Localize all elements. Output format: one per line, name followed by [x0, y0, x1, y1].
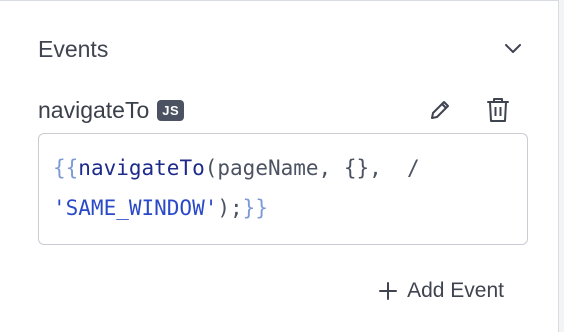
- close-braces: }}: [242, 196, 268, 220]
- open-paren: (: [204, 156, 218, 180]
- open-braces: {{: [53, 156, 79, 180]
- event-row: navigateTo JS: [38, 93, 524, 127]
- js-badge: JS: [157, 99, 185, 121]
- function-name: navigateTo: [78, 156, 205, 180]
- plus-icon: [379, 281, 398, 301]
- event-name: navigateTo: [38, 96, 150, 123]
- events-section-header[interactable]: Events: [38, 31, 524, 67]
- add-event-label: Add Event: [407, 279, 504, 302]
- event-actions: [426, 96, 512, 124]
- close-paren: );: [217, 196, 243, 220]
- code-editor[interactable]: {{navigateTo(pageName, {}, / 'SAME_WINDO…: [38, 133, 528, 245]
- code-line-2: 'SAME_WINDOW');}}: [53, 188, 513, 228]
- trash-icon[interactable]: [484, 96, 512, 124]
- pencil-icon[interactable]: [426, 96, 454, 124]
- events-panel: Events navigateTo JS {{navigateTo(pageNa…: [0, 0, 559, 332]
- chevron-down-icon[interactable]: [502, 38, 524, 60]
- function-args: pageName, {}, /: [217, 156, 420, 180]
- event-label-group: navigateTo JS: [38, 96, 185, 124]
- string-arg: 'SAME_WINDOW': [53, 196, 218, 220]
- section-title: Events: [38, 35, 109, 62]
- add-event-button[interactable]: Add Event: [379, 279, 504, 303]
- code-line-1: {{navigateTo(pageName, {}, /: [53, 148, 513, 188]
